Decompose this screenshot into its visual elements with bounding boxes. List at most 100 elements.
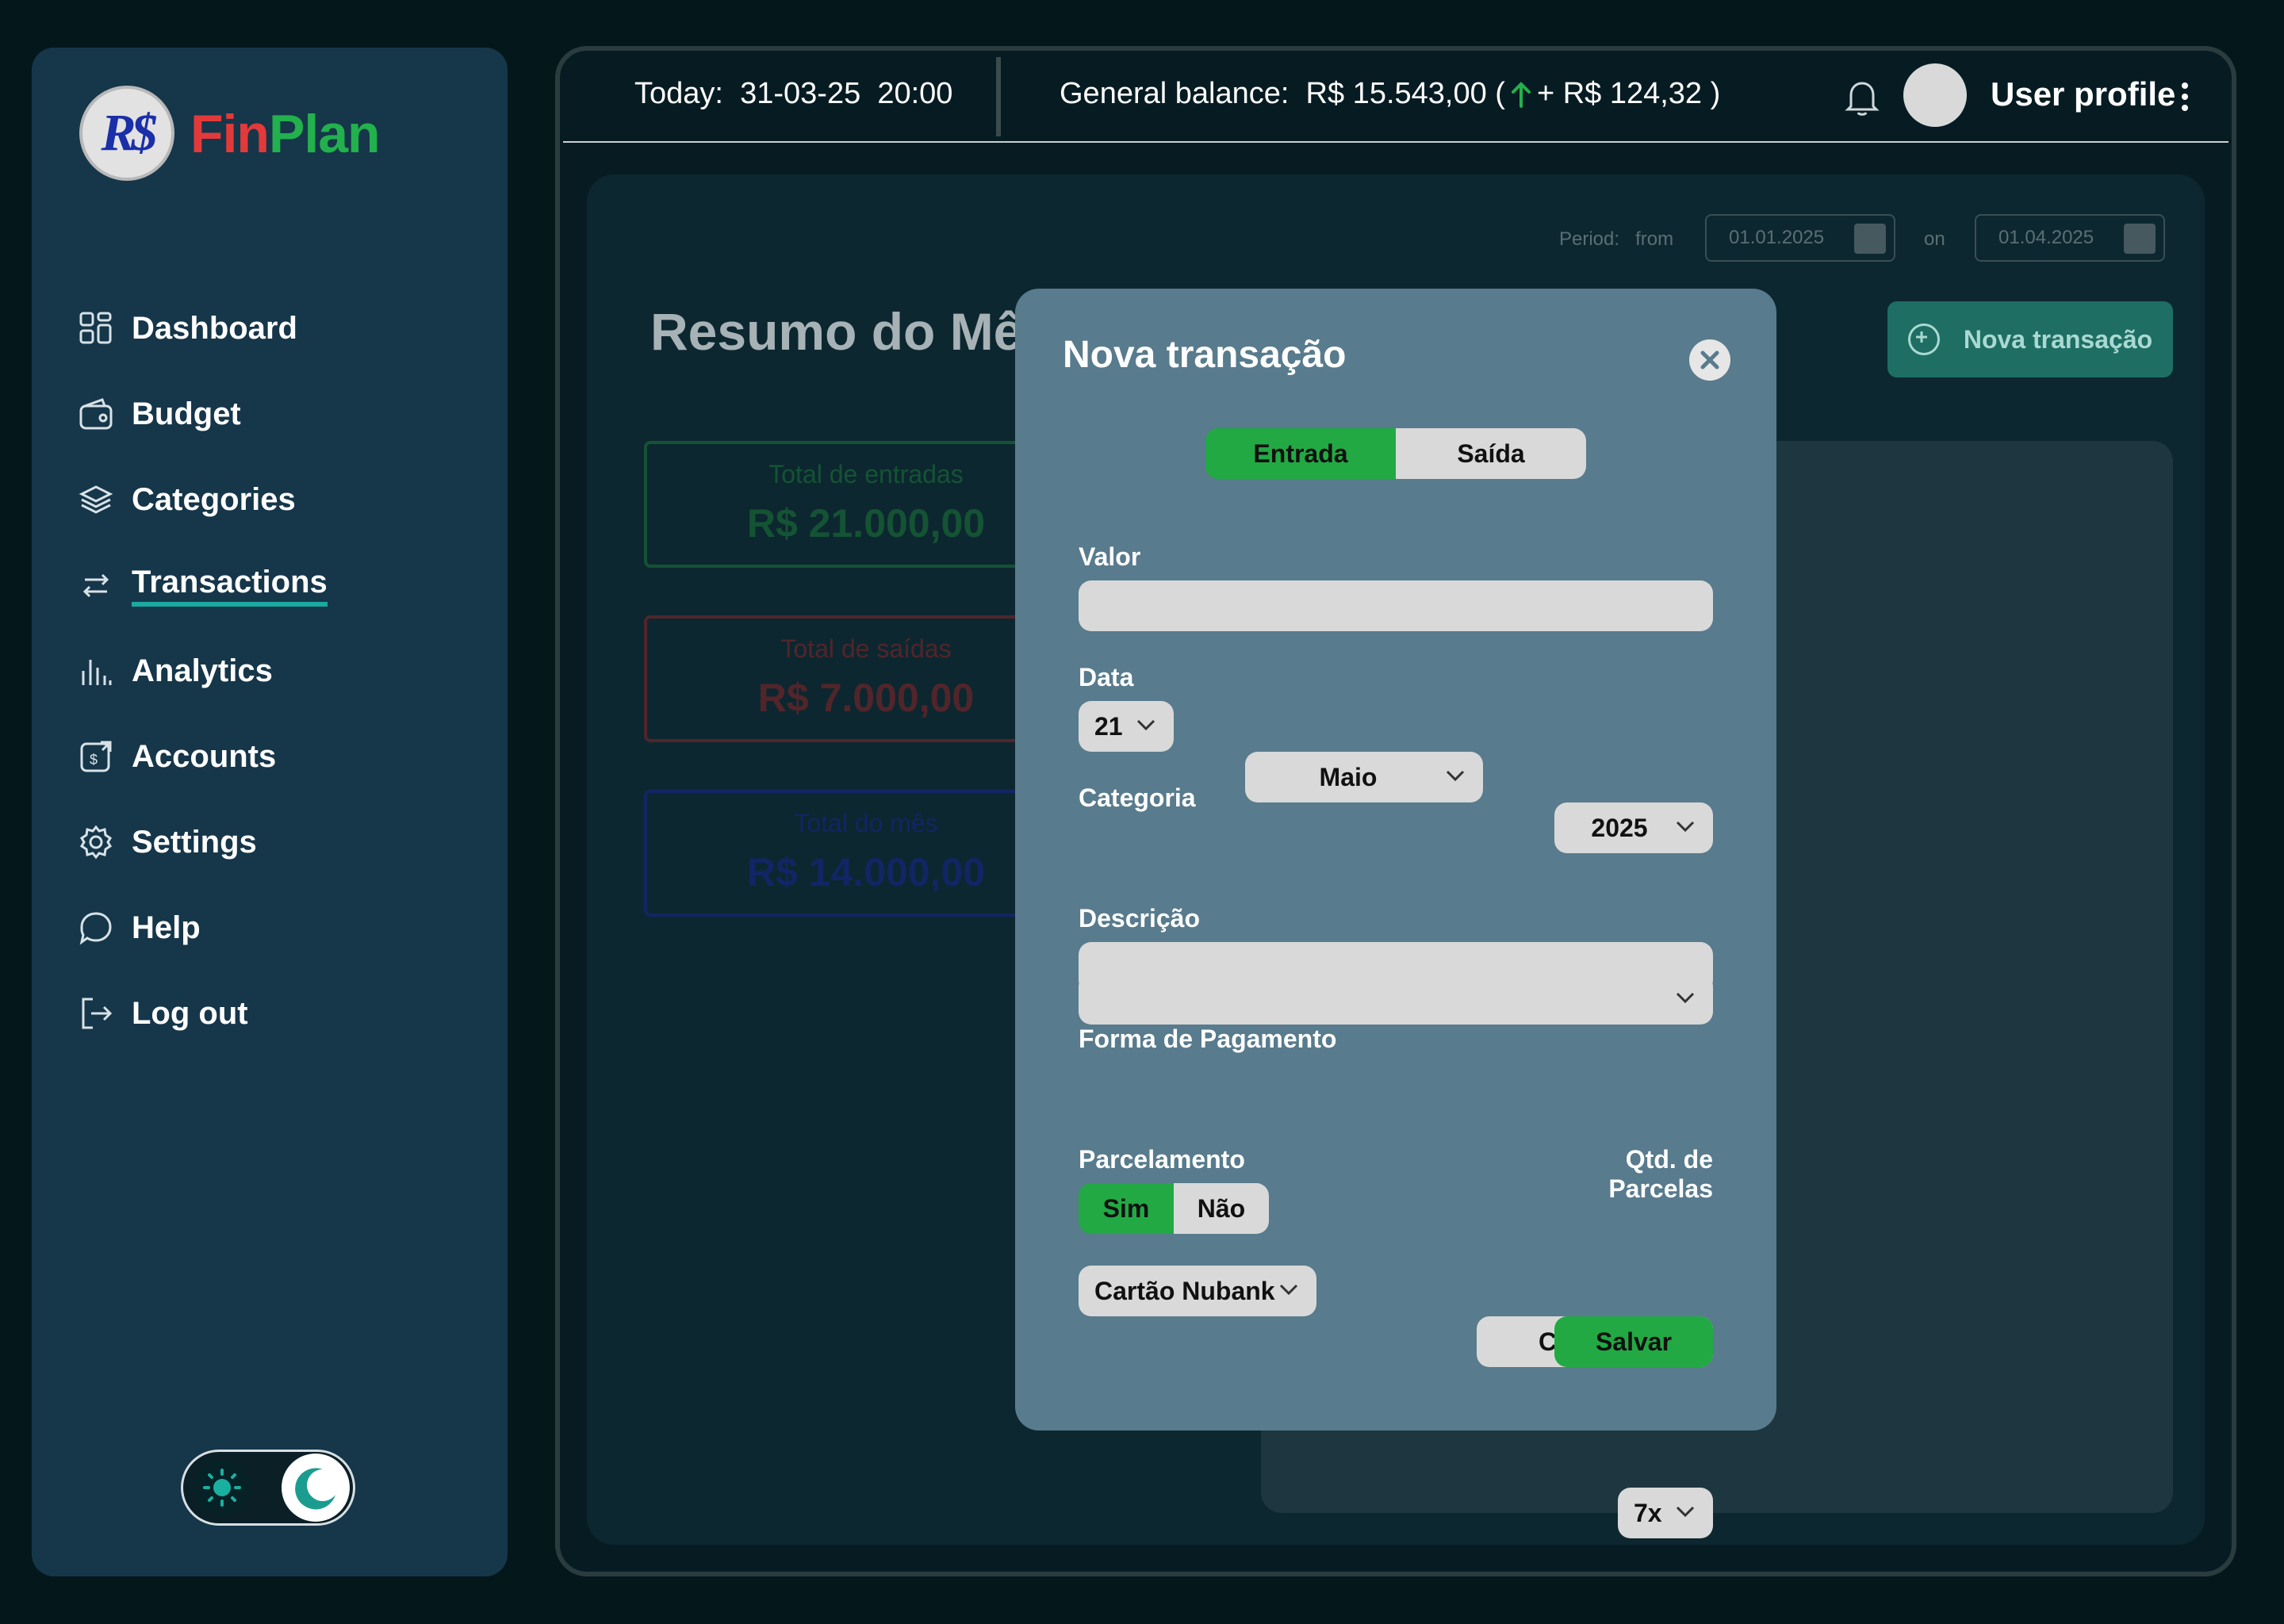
sidebar-item-help[interactable]: Help	[78, 896, 201, 959]
year-value: 2025	[1591, 813, 1648, 842]
sidebar-item-label: Settings	[132, 824, 257, 860]
logo-badge: R$	[79, 86, 174, 181]
date-to-input[interactable]: 01.04.2025	[1975, 214, 2165, 262]
svg-text:$: $	[90, 752, 98, 768]
balance-open-paren: (	[1495, 77, 1505, 110]
valor-input[interactable]	[1079, 580, 1713, 631]
categoria-label: Categoria	[1079, 783, 1196, 812]
bar-chart-icon	[78, 653, 114, 689]
moon-icon[interactable]	[282, 1454, 350, 1522]
plus-circle-icon	[1907, 324, 1940, 355]
chat-bubble-icon	[78, 910, 114, 946]
sidebar-item-label: Help	[132, 910, 201, 945]
parcelas-label: Qtd. de Parcelas	[1608, 1145, 1713, 1203]
balance-label: General balance:	[1060, 77, 1290, 110]
year-select[interactable]: 2025	[1554, 802, 1713, 853]
bell-icon[interactable]	[1845, 78, 1880, 117]
sun-icon[interactable]	[194, 1460, 250, 1515]
calendar-icon[interactable]	[1854, 224, 1886, 254]
period-on-label: on	[1924, 228, 1945, 250]
sidebar-item-analytics[interactable]: Analytics	[78, 639, 273, 703]
sidebar-item-label: Dashboard	[132, 310, 297, 346]
period-label-text: Period:	[1559, 228, 1620, 250]
header-divider	[996, 57, 1001, 136]
sidebar-item-settings[interactable]: Settings	[78, 810, 257, 874]
chevron-down-icon	[1279, 1284, 1298, 1296]
data-label: Data	[1079, 663, 1134, 691]
period-from-text: from	[1635, 228, 1674, 250]
parcelas-value: 7x	[1634, 1498, 1662, 1527]
day-value: 21	[1094, 711, 1123, 741]
sidebar: R$ FinPlan Dashboard Budget Categories T…	[32, 48, 508, 1576]
type-entrada-button[interactable]: Entrada	[1205, 428, 1396, 479]
logout-icon	[78, 995, 114, 1032]
page-title: Resumo do Mês	[650, 302, 1052, 361]
parcelamento-sim-button[interactable]: Sim	[1079, 1183, 1174, 1234]
brand-name-part1: Fin	[190, 104, 270, 164]
parcelamento-label: Parcelamento	[1079, 1145, 1245, 1174]
descricao-label: Descrição	[1079, 904, 1200, 933]
sidebar-item-label: Accounts	[132, 738, 277, 774]
balance-close-paren: )	[1710, 77, 1721, 110]
sidebar-item-label: Categories	[132, 481, 296, 517]
sidebar-item-budget[interactable]: Budget	[78, 382, 241, 446]
chevron-down-icon	[1446, 770, 1465, 782]
valor-label: Valor	[1079, 542, 1141, 571]
month-select[interactable]: Maio	[1245, 752, 1483, 802]
gear-icon	[78, 824, 114, 860]
avatar[interactable]	[1903, 63, 1967, 127]
date-from-value: 01.01.2025	[1729, 227, 1825, 248]
wallet-icon	[78, 396, 114, 432]
today-date: 31-03-25	[740, 77, 861, 110]
today-time: 20:00	[877, 77, 953, 110]
kebab-menu-icon[interactable]	[2179, 81, 2190, 113]
account-dollar-icon: $	[78, 738, 114, 775]
theme-toggle[interactable]	[181, 1450, 355, 1526]
chevron-down-icon	[1676, 1506, 1695, 1518]
sidebar-item-label: Analytics	[132, 653, 273, 688]
date-from-input[interactable]: 01.01.2025	[1705, 214, 1895, 262]
day-select[interactable]: 21	[1079, 701, 1174, 752]
chevron-down-icon	[1136, 719, 1155, 731]
type-saida-button[interactable]: Saída	[1396, 428, 1586, 479]
sidebar-item-categories[interactable]: Categories	[78, 468, 296, 531]
sidebar-item-label: Transactions	[132, 565, 328, 607]
date-to-value: 01.04.2025	[1998, 227, 2094, 248]
sidebar-item-label: Budget	[132, 396, 241, 431]
general-balance: General balance: R$ 15.543,00 ( + R$ 124…	[1060, 77, 1720, 111]
parcelas-select[interactable]: 7x	[1618, 1488, 1713, 1538]
dashboard-grid-icon	[78, 310, 114, 347]
logo-icon: R$	[101, 104, 157, 162]
sidebar-item-label: Log out	[132, 995, 248, 1031]
arrows-exchange-icon	[78, 567, 114, 603]
save-button[interactable]: Salvar	[1554, 1316, 1713, 1367]
parcelamento-toggle: Sim Não	[1079, 1183, 1269, 1234]
close-icon[interactable]	[1689, 339, 1730, 381]
balance-value: R$ 15.543,00	[1305, 77, 1487, 110]
today-display: Today: 31-03-25 20:00	[634, 77, 952, 111]
brand-name-part2: Plan	[268, 104, 381, 164]
balance-delta: + R$ 124,32	[1536, 77, 1703, 110]
sidebar-item-transactions[interactable]: Transactions	[78, 553, 328, 617]
descricao-input[interactable]	[1079, 942, 1713, 993]
brand-name: FinPlan	[190, 103, 381, 165]
new-transaction-button[interactable]: Nova transação	[1887, 301, 2173, 377]
user-profile-label[interactable]: User profile	[1991, 75, 2175, 113]
parcelamento-nao-button[interactable]: Não	[1174, 1183, 1269, 1234]
payment-account-value: Cartão Nubank	[1094, 1276, 1275, 1305]
sidebar-item-dashboard[interactable]: Dashboard	[78, 297, 297, 360]
transaction-type-toggle: Entrada Saída	[1205, 428, 1586, 479]
chevron-down-icon	[1676, 821, 1695, 833]
pagamento-label: Forma de Pagamento	[1079, 1025, 1337, 1053]
calendar-icon[interactable]	[2124, 224, 2156, 254]
new-transaction-label: Nova transação	[1963, 324, 2153, 354]
month-value: Maio	[1319, 762, 1378, 791]
modal-title: Nova transação	[1063, 334, 1347, 376]
arrow-up-icon	[1510, 81, 1532, 108]
sidebar-item-accounts[interactable]: $ Accounts	[78, 725, 276, 788]
sidebar-item-logout[interactable]: Log out	[78, 982, 248, 1045]
layers-icon	[78, 481, 114, 518]
payment-account-select[interactable]: Cartão Nubank	[1079, 1266, 1316, 1316]
today-label: Today:	[634, 77, 723, 110]
period-label: Period: from	[1559, 228, 1673, 251]
